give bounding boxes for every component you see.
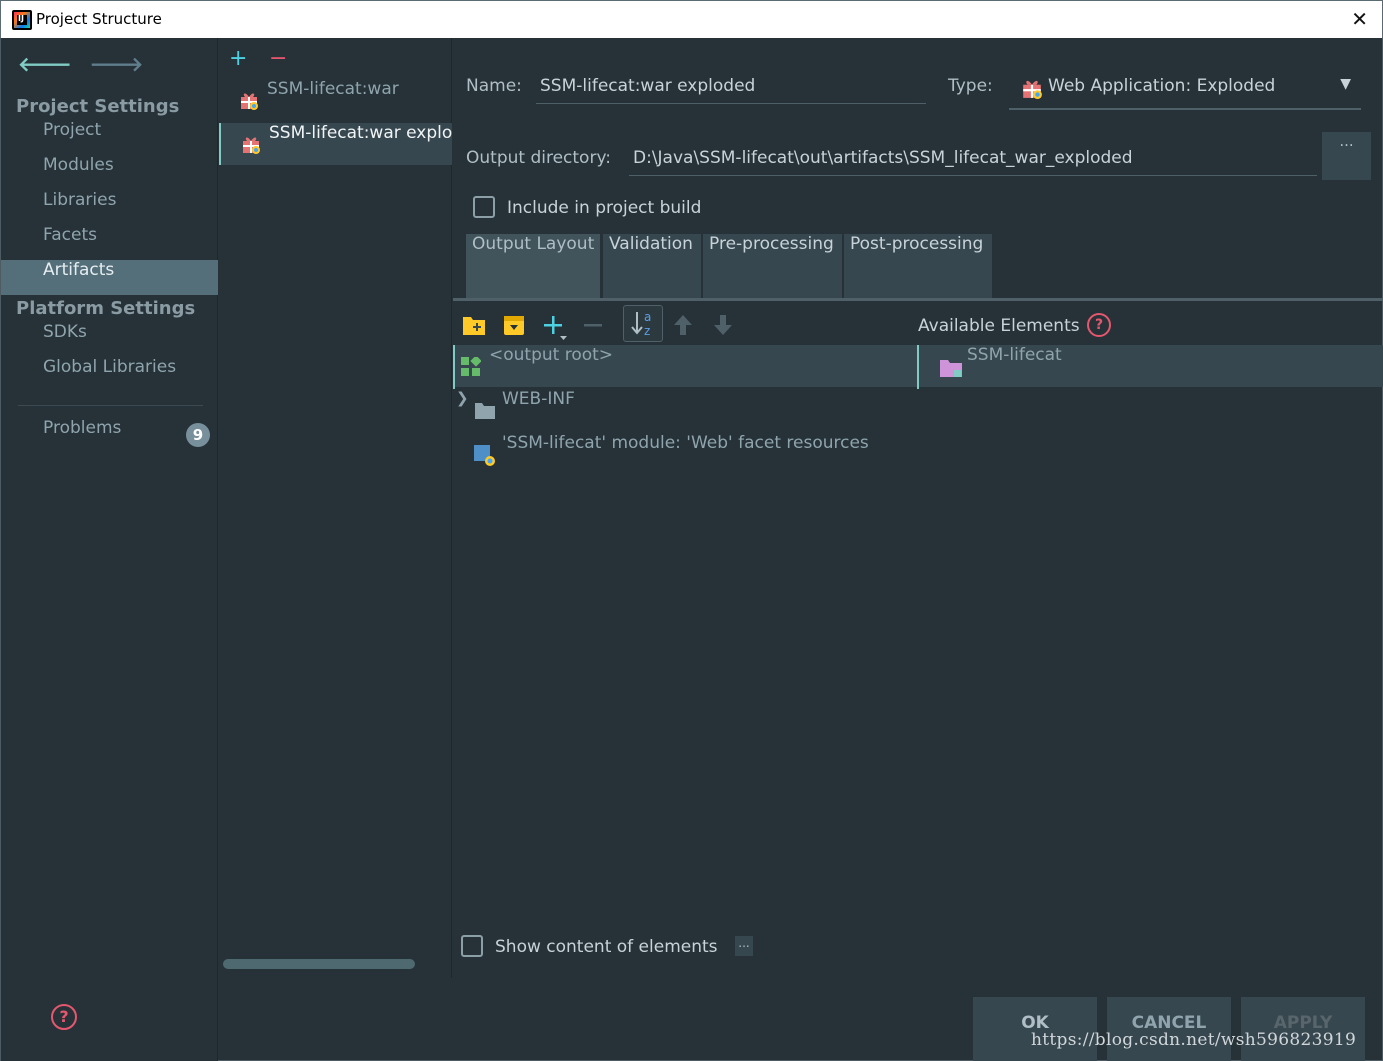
sidebar-item-global-libraries[interactable]: Global Libraries (1, 357, 218, 392)
gift-artifact-icon (241, 93, 258, 110)
include-in-build-label: Include in project build (507, 198, 702, 218)
chevron-right-icon[interactable]: ❯ (456, 389, 469, 407)
output-directory-label: Output directory: (466, 148, 611, 168)
help-icon[interactable]: ? (51, 1004, 77, 1030)
sidebar-divider (18, 405, 203, 406)
chevron-down-icon: ▼ (1340, 76, 1351, 92)
tree-item-web-inf[interactable]: ❯ WEB-INF (453, 389, 918, 431)
artifacts-panel: + − SSM-lifecat:war SSM-lifecat:war expl… (219, 38, 452, 978)
available-item-label: SSM-lifecat (967, 345, 1062, 365)
show-content-label: Show content of elements (495, 937, 718, 957)
help-icon[interactable]: ? (1087, 313, 1111, 337)
problems-count-badge: 9 (186, 423, 210, 447)
tree-item-label: WEB-INF (502, 389, 575, 409)
sidebar-item-problems[interactable]: Problems 9 (1, 418, 218, 453)
artifacts-horizontal-scrollbar[interactable] (223, 959, 415, 969)
artifact-editor: Name: SSM-lifecat:war exploded Type: Web… (453, 38, 1383, 1061)
remove-artifact-icon[interactable]: − (269, 46, 287, 71)
tree-item-label: 'SSM-lifecat' module: 'Web' facet resour… (502, 433, 869, 453)
window-title: Project Structure (36, 10, 162, 28)
sort-elements-button[interactable]: a z (623, 305, 663, 342)
module-folder-icon (940, 360, 962, 377)
artifact-item-selected[interactable]: SSM-lifecat:war exploded (219, 123, 452, 165)
available-elements-label: Available Elements (918, 316, 1080, 336)
cancel-button[interactable]: CANCEL (1107, 997, 1231, 1061)
tab-underline (453, 298, 1383, 301)
add-element-icon[interactable] (543, 314, 569, 340)
available-item-ssm-lifecat[interactable]: SSM-lifecat (919, 345, 1383, 387)
back-arrow-icon[interactable]: 🡐 (18, 52, 72, 76)
show-content-checkbox[interactable] (461, 935, 483, 957)
sort-alphabetically-icon: a z (631, 310, 651, 338)
name-label: Name: (466, 76, 522, 96)
pane-splitter[interactable] (917, 345, 919, 389)
platform-settings-heading: Platform Settings (16, 298, 196, 319)
create-directory-icon[interactable] (462, 314, 486, 336)
forward-arrow-icon[interactable]: 🡒 (90, 52, 144, 76)
create-archive-icon[interactable] (503, 314, 525, 336)
settings-sidebar: 🡐 🡒 Project Settings Project Modules Libr… (1, 38, 218, 1061)
intellij-app-icon: IJ (12, 10, 32, 30)
remove-element-icon[interactable] (584, 324, 602, 328)
tree-item-label: <output root> (489, 345, 614, 365)
project-settings-heading: Project Settings (16, 96, 180, 117)
tree-item-output-root[interactable]: <output root> (453, 345, 918, 387)
move-up-icon[interactable] (673, 314, 693, 336)
tab-validation[interactable]: Validation (603, 234, 703, 298)
type-value: Web Application: Exploded (1048, 76, 1276, 96)
artifact-label: SSM-lifecat:war (267, 79, 399, 99)
watermark: https://blog.csdn.net/wsh596823919 (1031, 1030, 1357, 1050)
output-directory-field[interactable]: D:\Java\SSM-lifecat\out\artifacts\SSM_li… (629, 140, 1317, 176)
include-in-build-checkbox[interactable] (473, 196, 495, 218)
browse-button[interactable]: ... (1322, 132, 1371, 180)
sidebar-item-artifacts[interactable]: Artifacts (1, 260, 218, 295)
name-field[interactable]: SSM-lifecat:war exploded (536, 68, 926, 104)
tab-output-layout[interactable]: Output Layout (466, 234, 602, 298)
sidebar-item-libraries[interactable]: Libraries (1, 190, 218, 225)
sidebar-item-facets[interactable]: Facets (1, 225, 218, 260)
apply-button[interactable]: APPLY (1241, 997, 1365, 1061)
tab-pre-processing[interactable]: Pre-processing (703, 234, 844, 298)
sidebar-item-sdks[interactable]: SDKs (1, 322, 218, 357)
svg-text:a: a (644, 310, 651, 324)
tree-item-facet-resources[interactable]: 'SSM-lifecat' module: 'Web' facet resour… (453, 433, 918, 475)
web-facet-icon (474, 445, 495, 466)
svg-text:z: z (644, 324, 650, 338)
folder-icon (475, 403, 495, 419)
artifact-item[interactable]: SSM-lifecat:war (219, 79, 452, 121)
ok-button[interactable]: OK (973, 997, 1097, 1061)
gift-artifact-icon (243, 137, 260, 154)
close-icon[interactable]: ✕ (1351, 7, 1368, 31)
artifact-label: SSM-lifecat:war exploded (269, 123, 452, 143)
sidebar-item-modules[interactable]: Modules (1, 155, 218, 190)
type-dropdown[interactable]: Web Application: Exploded ▼ (1009, 66, 1361, 110)
output-root-icon (461, 357, 481, 376)
dialog-body: 🡐 🡒 Project Settings Project Modules Libr… (0, 38, 1383, 1061)
problems-label: Problems (43, 418, 122, 438)
add-artifact-icon[interactable]: + (229, 46, 247, 71)
sidebar-item-project[interactable]: Project (1, 120, 218, 155)
nav-arrows: 🡐 🡒 (18, 52, 161, 76)
type-label: Type: (948, 76, 993, 96)
show-content-options-button[interactable]: ... (735, 936, 753, 956)
title-bar: IJ Project Structure ✕ (0, 0, 1383, 38)
move-down-icon[interactable] (713, 314, 733, 336)
gift-artifact-icon (1023, 80, 1042, 99)
selection-indicator (453, 345, 455, 389)
tab-post-processing[interactable]: Post-processing (844, 234, 994, 298)
